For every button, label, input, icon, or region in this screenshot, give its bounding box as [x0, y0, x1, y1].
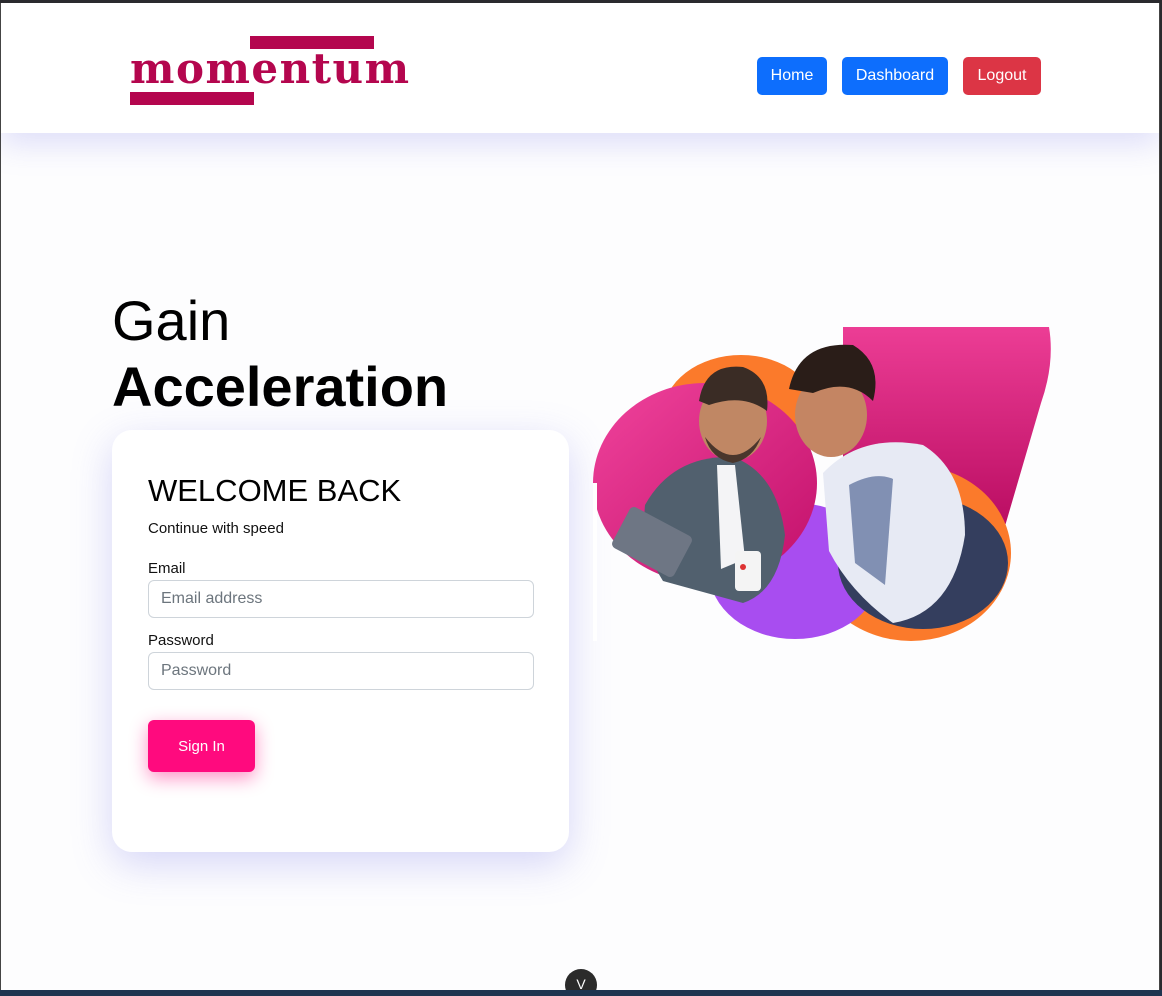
login-title: WELCOME BACK: [148, 473, 402, 508]
top-navbar: momentum Home Dashboard Logout: [1, 3, 1159, 133]
logo-wordmark: momentum: [130, 44, 411, 93]
hero-image-left-edge: [593, 483, 597, 641]
logo-bar-bottom: [130, 92, 254, 105]
chevron-down-icon: V: [576, 976, 586, 990]
momentum-logo[interactable]: momentum: [130, 36, 409, 106]
coffee-mug: [735, 551, 761, 591]
dashboard-button[interactable]: Dashboard: [842, 57, 948, 95]
sign-in-button[interactable]: Sign In: [148, 720, 255, 772]
scroll-down-button[interactable]: V: [565, 969, 597, 990]
email-label: Email: [148, 560, 186, 577]
mug-heart-icon: [740, 564, 746, 570]
desktop-taskbar-edge: [0, 990, 1162, 996]
hero-image: [593, 327, 1051, 641]
password-label: Password: [148, 632, 214, 649]
hero-title-line1: Gain: [112, 289, 231, 352]
login-card: WELCOME BACK Continue with speed Email P…: [112, 430, 569, 852]
email-field[interactable]: [148, 580, 534, 618]
home-button[interactable]: Home: [757, 57, 827, 95]
password-field[interactable]: [148, 652, 534, 690]
browser-viewport: momentum Home Dashboard Logout Gain Acce…: [0, 3, 1160, 990]
login-subtitle: Continue with speed: [148, 520, 284, 537]
hero-title-line2: Acceleration: [112, 355, 449, 418]
logout-button[interactable]: Logout: [963, 57, 1041, 95]
hero-title: Gain Acceleration: [112, 288, 448, 420]
